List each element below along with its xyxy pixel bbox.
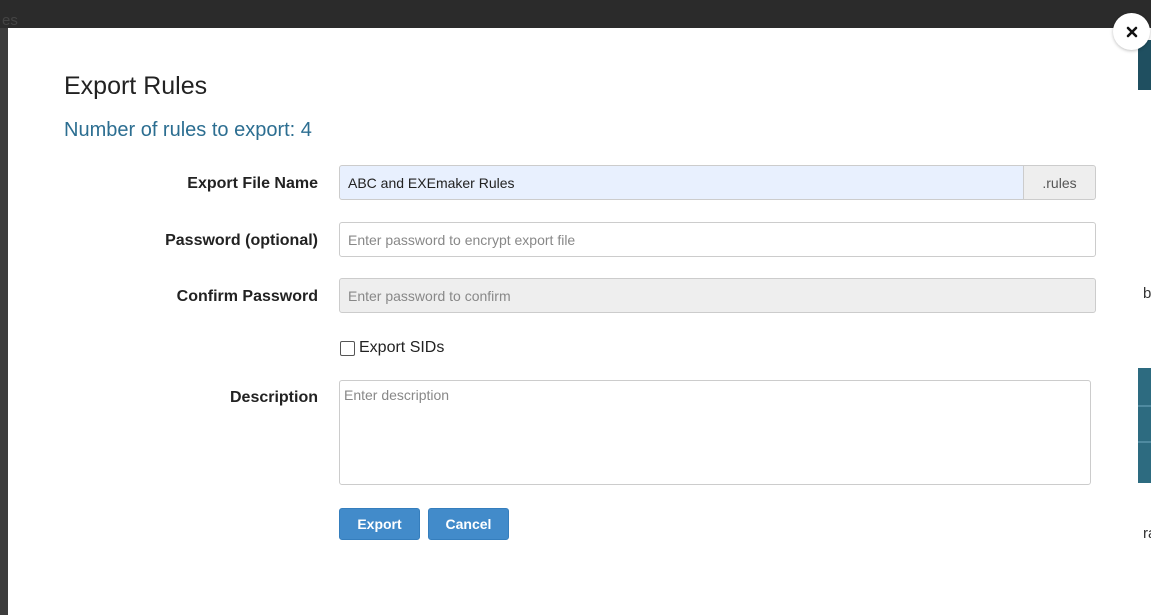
close-icon [1126,26,1137,37]
close-button[interactable] [1113,13,1150,50]
file-extension-addon: .rules [1023,165,1096,200]
export-rules-dialog: Export Rules Number of rules to export: … [8,28,1138,615]
description-placeholder: Enter description [344,387,450,403]
confirm-password-label: Confirm Password [176,288,318,305]
background-header [0,0,1151,28]
description-label: Description [229,389,318,406]
background-text-fragment: ra [1143,525,1151,542]
export-sids-checkbox[interactable] [340,340,355,356]
export-sids-row: Export SIDs [339,337,444,359]
background-row-divider [1138,405,1151,407]
description-textarea[interactable]: Enter description [339,380,1091,485]
background-text-fragment: bl [1143,285,1151,302]
confirm-password-input[interactable]: Enter password to confirm [339,278,1096,313]
export-file-name-input[interactable]: ABC and EXEmaker Rules [339,165,1024,200]
password-input[interactable]: Enter password to encrypt export file [339,222,1096,257]
confirm-password-placeholder: Enter password to confirm [348,287,511,304]
export-button[interactable]: Export [339,508,420,540]
password-placeholder: Enter password to encrypt export file [348,231,576,248]
background-row-divider [1138,441,1151,443]
cancel-button[interactable]: Cancel [428,508,509,540]
dialog-title: Export Rules [64,72,208,100]
export-file-name-label: Export File Name [187,175,318,192]
rules-count-heading: Number of rules to export: 4 [64,119,312,141]
export-sids-label[interactable]: Export SIDs [359,339,444,357]
password-label: Password (optional) [165,232,318,249]
background-table-rows [1138,368,1151,483]
background-text-fragment: es [2,12,18,28]
export-file-name-value: ABC and EXEmaker Rules [348,174,515,191]
